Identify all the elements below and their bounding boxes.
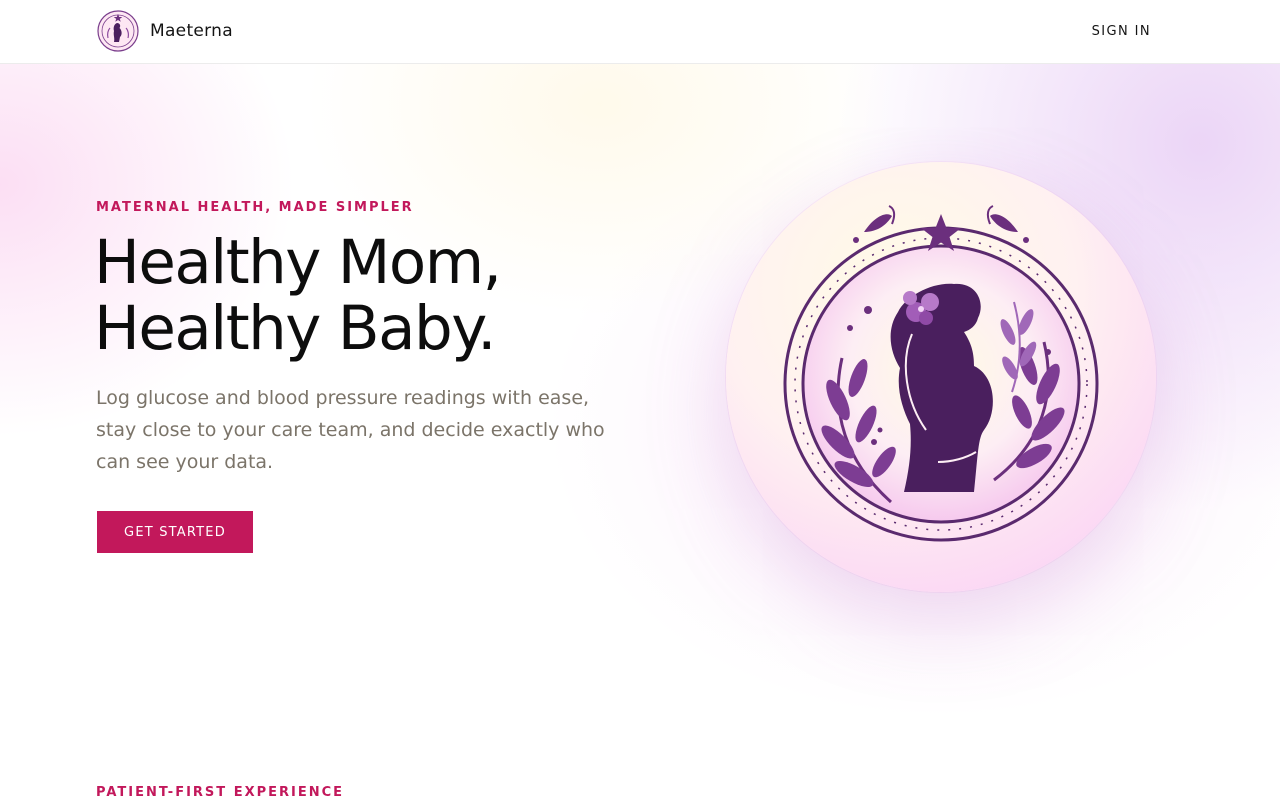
sign-in-link[interactable]: SIGN IN — [1092, 24, 1151, 39]
brand-name: Maeterna — [150, 21, 233, 41]
headline-line-2: Healthy Baby. — [94, 293, 497, 364]
hero-illustration — [726, 162, 1156, 592]
get-started-button[interactable]: GET STARTED — [97, 511, 253, 553]
hero-headline: Healthy Mom, Healthy Baby. — [94, 227, 502, 364]
brand-link[interactable]: Maeterna — [97, 10, 233, 52]
pregnant-woman-emblem-icon — [783, 205, 1099, 542]
hero-subtext: Log glucose and blood pressure readings … — [96, 387, 605, 473]
brand-logo-icon — [97, 10, 139, 52]
site-header: Maeterna SIGN IN — [0, 0, 1280, 64]
section-eyebrow: PATIENT-FIRST EXPERIENCE — [96, 785, 345, 800]
hero-eyebrow: MATERNAL HEALTH, MADE SIMPLER — [96, 200, 414, 215]
headline-line-1: Healthy Mom, — [94, 227, 502, 298]
